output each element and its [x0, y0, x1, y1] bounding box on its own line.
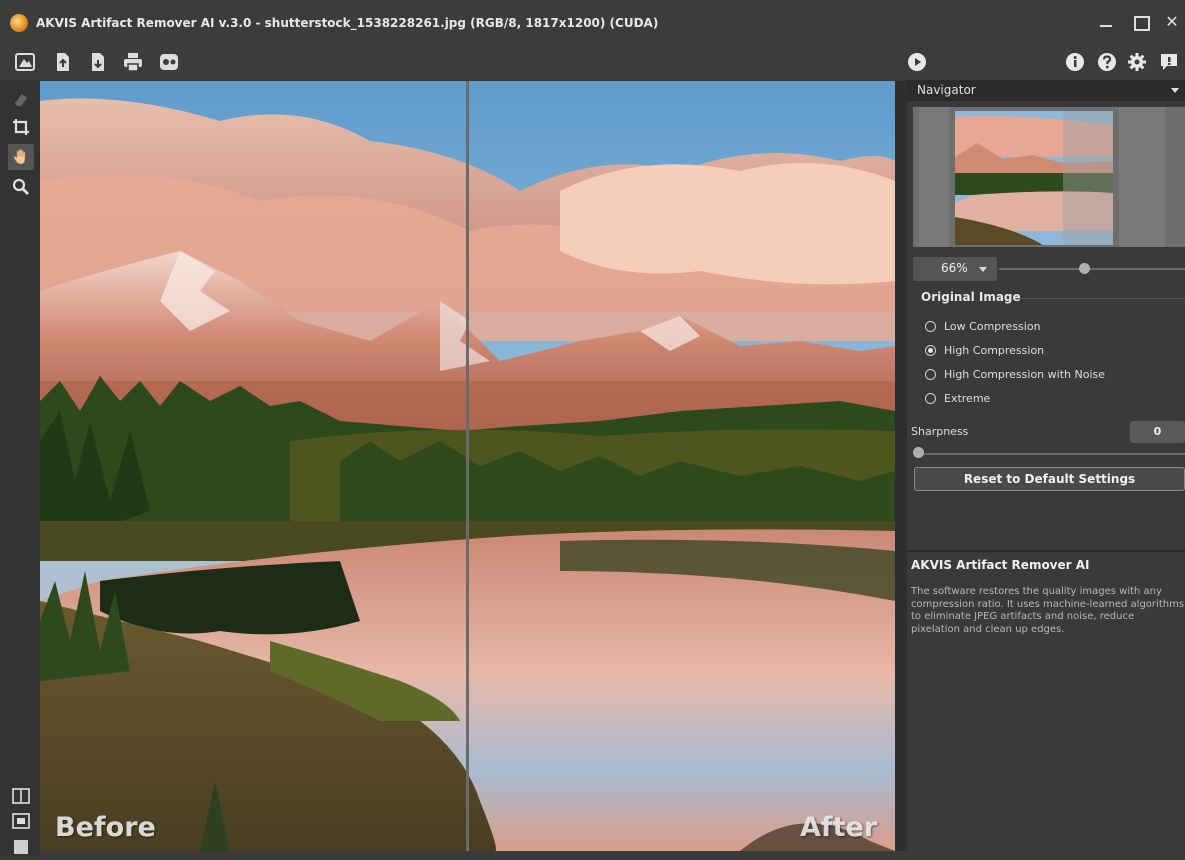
zoom-value: 66% [941, 261, 968, 275]
option-label: High Compression [944, 343, 1045, 357]
radio-button[interactable] [925, 320, 936, 332]
info-divider [907, 550, 1185, 552]
sharpness-slider-thumb[interactable] [913, 447, 924, 458]
option-low-compression[interactable]: Low Compression [925, 317, 1041, 335]
zoom-select[interactable]: 66% [913, 257, 997, 281]
crop-icon[interactable] [8, 114, 34, 140]
canvas-scrollbar[interactable] [895, 81, 907, 851]
save-file-icon[interactable] [85, 49, 111, 75]
tools-bar [0, 80, 40, 856]
split-view-icon[interactable] [8, 783, 34, 809]
navigator-header[interactable]: Navigator [907, 80, 1185, 101]
settings-icon[interactable] [1124, 49, 1150, 75]
navigator-thumbnail [913, 107, 1185, 247]
reset-defaults-button[interactable]: Reset to Default Settings [914, 467, 1185, 491]
sharpness-slider-track[interactable] [915, 453, 1185, 455]
info-description: The software restores the quality images… [911, 586, 1185, 635]
eraser-icon[interactable] [8, 86, 34, 112]
zoom-icon[interactable] [8, 174, 34, 200]
minimize-button[interactable] [1094, 10, 1118, 34]
radio-button[interactable] [925, 368, 936, 380]
print-icon[interactable] [120, 49, 146, 75]
split-divider[interactable] [466, 81, 469, 851]
maximize-button[interactable] [1128, 10, 1152, 34]
sharpness-value-field[interactable]: 0 [1130, 421, 1185, 443]
zoom-slider-thumb[interactable] [1079, 263, 1090, 274]
original-image-title: Original Image [921, 290, 1021, 304]
close-button[interactable]: ✕ [1160, 10, 1184, 34]
option-high-compression[interactable]: High Compression [925, 341, 1044, 359]
app-logo-icon [10, 14, 28, 32]
hand-icon[interactable] [8, 144, 34, 170]
home-icon[interactable] [12, 49, 38, 75]
radio-button[interactable] [925, 392, 936, 404]
navigator-preview[interactable] [913, 107, 1185, 247]
notifications-icon[interactable] [1156, 49, 1182, 75]
settings-panel: Navigator 66% Original Image Low Compres… [907, 80, 1185, 856]
option-label: High Compression with Noise [944, 367, 1105, 381]
single-view-icon[interactable] [8, 834, 34, 860]
title-bar: AKVIS Artifact Remover AI v.3.0 - shutte… [0, 0, 1185, 44]
chevron-down-icon[interactable] [1171, 88, 1179, 93]
option-label: Extreme [944, 391, 991, 405]
zoom-slider-track[interactable] [999, 268, 1185, 270]
before-after-view-icon[interactable] [8, 808, 34, 834]
share-icon[interactable] [156, 49, 182, 75]
option-label: Low Compression [944, 319, 1041, 333]
navigator-title: Navigator [917, 83, 976, 97]
before-label: Before [55, 812, 156, 843]
open-file-icon[interactable] [50, 49, 76, 75]
window-title: AKVIS Artifact Remover AI v.3.0 - shutte… [36, 16, 659, 30]
help-icon[interactable] [1094, 49, 1120, 75]
section-divider [1017, 298, 1185, 299]
radio-button-selected[interactable] [925, 344, 936, 356]
info-icon[interactable] [1062, 49, 1088, 75]
sharpness-label: Sharpness [911, 425, 969, 438]
play-icon[interactable] [904, 49, 930, 75]
after-label: After [800, 812, 878, 843]
option-extreme[interactable]: Extreme [925, 389, 990, 407]
main-toolbar [0, 44, 1185, 80]
option-high-compression-noise[interactable]: High Compression with Noise [925, 365, 1105, 383]
info-title: AKVIS Artifact Remover AI [911, 558, 1090, 572]
